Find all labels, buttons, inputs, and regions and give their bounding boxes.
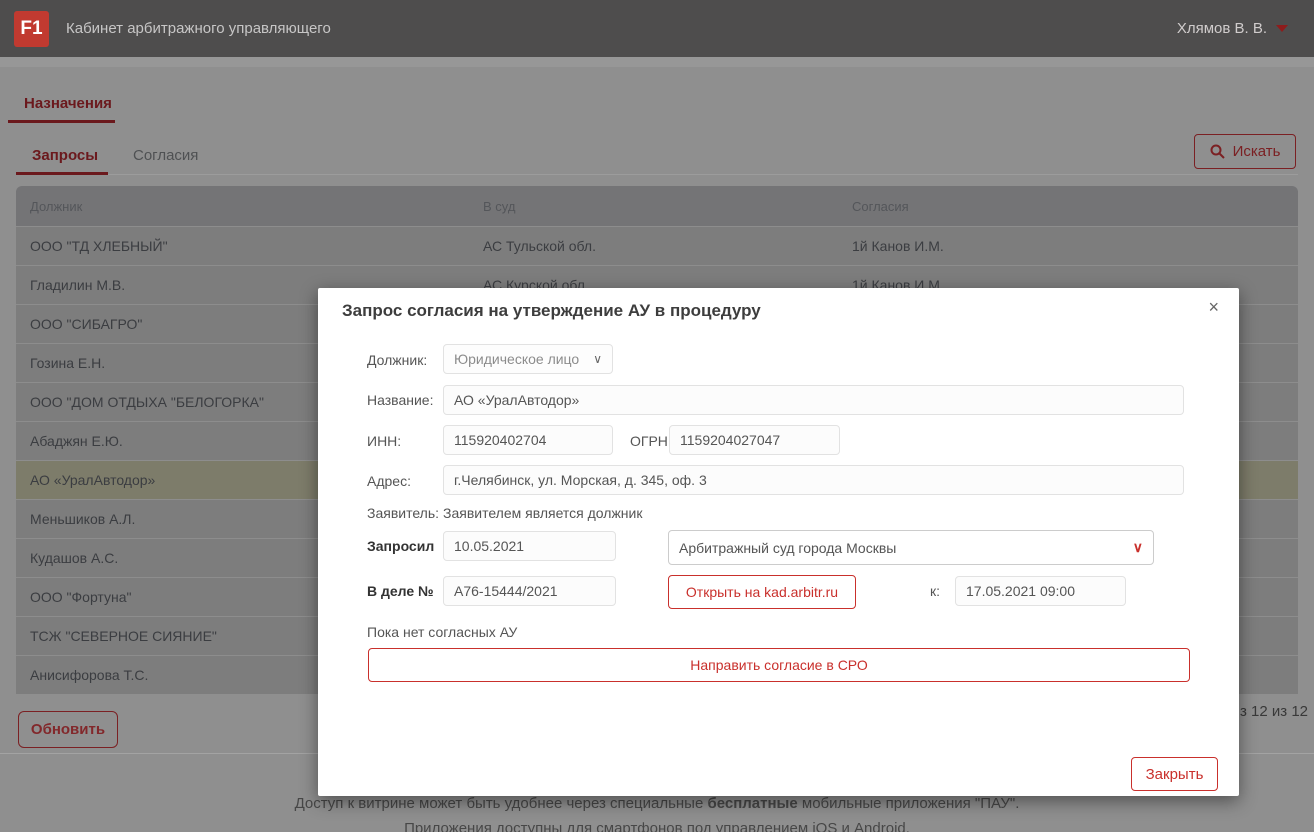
chevron-down-icon (1276, 25, 1288, 32)
debtor-type-value: Юридическое лицо (454, 351, 580, 367)
requested-date-input[interactable] (443, 531, 616, 561)
court-value: Арбитражный суд города Москвы (679, 539, 897, 556)
footer-text-line2: Приложения доступны для смартфонов под у… (404, 820, 910, 832)
chevron-down-icon: ∨ (1132, 539, 1143, 555)
app-logo-icon: F1 (14, 10, 49, 47)
footer-text-prefix: Доступ к витрине может быть удобнее чере… (294, 795, 708, 812)
applicant-value: Заявителем является должник (443, 505, 643, 521)
name-input[interactable] (443, 385, 1184, 415)
tab-assignments-underline (8, 120, 115, 123)
cell-court: АС Тульской обл. (483, 238, 596, 254)
modal-close-button[interactable]: Закрыть (1131, 757, 1218, 791)
footer-text-line1: Доступ к витрине может быть удобнее чере… (0, 795, 1314, 812)
ogrn-input[interactable] (669, 425, 840, 455)
cell-debtor: ООО "ТД ХЛЕБНЫЙ" (30, 238, 168, 254)
send-consent-to-sro-button[interactable]: Направить согласие в СРО (368, 648, 1190, 682)
case-number-input[interactable] (443, 576, 616, 606)
hearing-datetime-input[interactable] (955, 576, 1126, 606)
open-kad-arbitr-button[interactable]: Открыть на kad.arbitr.ru (668, 575, 856, 609)
address-input[interactable] (443, 465, 1184, 495)
ogrn-label: ОГРН: (630, 433, 672, 449)
table-row[interactable]: ООО "ТД ХЛЕБНЫЙ" АС Тульской обл. 1й Канов… (16, 226, 1298, 265)
inn-label: ИНН: (367, 433, 402, 449)
inn-input[interactable] (443, 425, 613, 455)
search-button[interactable]: Искать (1194, 134, 1296, 169)
address-label: Адрес: (367, 473, 411, 489)
requested-label: Запросил (367, 538, 435, 554)
footer-text-suffix: мобильные приложения "ПАУ". (797, 795, 1020, 812)
footer-text-bold: бесплатные (707, 795, 798, 812)
app-root: F1 Кабинет арбитражного управляющего Хля… (0, 0, 1314, 832)
court-select[interactable]: Арбитражный суд города Москвы ∨ (668, 530, 1154, 565)
search-icon (1210, 144, 1225, 159)
name-label: Название: (367, 392, 434, 408)
cell-consents: 1й Канов И.М. (852, 238, 944, 254)
tab-consents[interactable]: Согласия (133, 147, 198, 164)
search-button-label: Искать (1232, 143, 1281, 160)
no-consents-text: Пока нет согласных АУ (367, 624, 518, 640)
column-header-debtor: Должник (30, 198, 83, 214)
applicant-label: Заявитель: (367, 505, 440, 521)
debtor-label: Должник: (367, 352, 428, 368)
subtab-divider (16, 174, 1298, 175)
consent-request-modal: Запрос согласия на утверждение АУ в проц… (318, 288, 1239, 796)
tab-requests[interactable]: Запросы (32, 147, 98, 164)
modal-title: Запрос согласия на утверждение АУ в проц… (342, 301, 761, 320)
debtor-type-select[interactable]: Юридическое лицо ∨ (443, 344, 613, 374)
user-menu[interactable]: Хлямов В. В. (1177, 0, 1288, 57)
table-header-row: Должник В суд Согласия (16, 186, 1298, 226)
pagination-info: з 12 из 12 (1240, 703, 1309, 720)
app-title: Кабинет арбитражного управляющего (66, 20, 331, 37)
refresh-button[interactable]: Обновить (18, 711, 118, 748)
chevron-down-icon: ∨ (593, 352, 602, 366)
close-icon[interactable]: × (1208, 298, 1219, 316)
column-header-consents: Согласия (852, 198, 909, 214)
header-divider (0, 57, 1314, 67)
user-name: Хлямов В. В. (1176, 20, 1267, 37)
tab-assignments[interactable]: Назначения (24, 95, 112, 112)
hearing-to-label: к: (930, 583, 941, 599)
app-header: F1 Кабинет арбитражного управляющего Хля… (0, 0, 1314, 57)
tab-requests-underline (16, 172, 108, 175)
column-header-court: В суд (483, 198, 516, 214)
case-number-label: В деле № (367, 583, 434, 599)
